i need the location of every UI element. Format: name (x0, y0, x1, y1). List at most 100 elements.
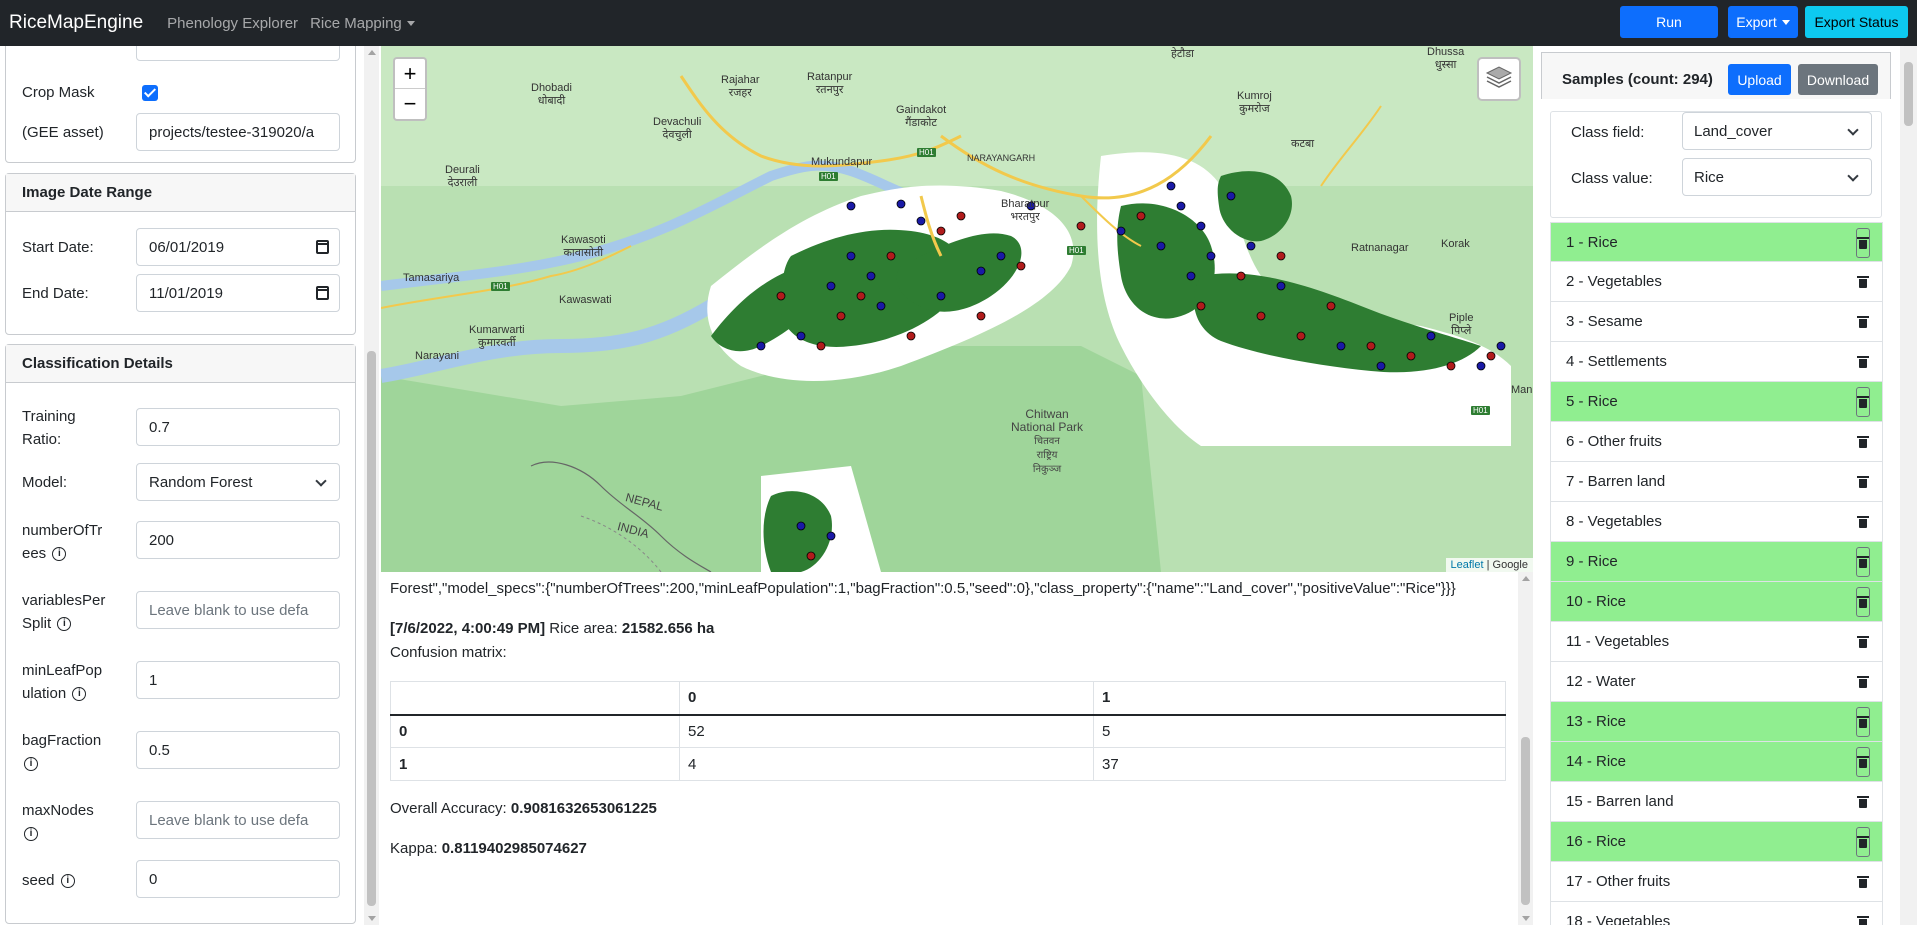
trash-icon[interactable] (1857, 436, 1869, 448)
list-item[interactable]: 11 - Vegetables (1550, 622, 1883, 662)
run-button[interactable]: Run (1620, 6, 1718, 38)
seed-input[interactable]: 0 (136, 860, 340, 898)
upload-button[interactable]: Upload (1728, 64, 1791, 95)
trash-icon[interactable] (1857, 676, 1869, 688)
crop-asset-input-top[interactable] (136, 46, 340, 61)
list-item[interactable]: 10 - Rice (1550, 582, 1883, 622)
seed-label: seed i (22, 869, 75, 892)
min-leaf-population-input[interactable]: 1 (136, 661, 340, 699)
list-item[interactable]: 9 - Rice (1550, 542, 1883, 582)
list-item[interactable]: 16 - Rice (1550, 822, 1883, 862)
table-row: 0 52 5 (390, 714, 1506, 748)
list-item[interactable]: 17 - Other fruits (1550, 862, 1883, 902)
left-panel-scrollbar[interactable] (364, 46, 379, 925)
zoom-out-button[interactable]: − (395, 89, 425, 119)
leaflet-link[interactable]: Leaflet (1451, 559, 1484, 571)
trash-icon[interactable] (1857, 356, 1869, 368)
table-cell: 4 (679, 747, 1094, 781)
trash-icon[interactable] (1857, 476, 1869, 488)
crop-mask-card: Crop Mask (GEE asset) projects/testee-31… (5, 46, 356, 163)
brand[interactable]: RiceMapEngine (9, 12, 143, 34)
export-label: Export (1736, 14, 1777, 30)
list-item[interactable]: 12 - Water (1550, 662, 1883, 702)
info-icon[interactable]: i (52, 547, 67, 562)
list-item[interactable]: 14 - Rice (1550, 742, 1883, 782)
page-scrollbar[interactable] (1900, 46, 1917, 925)
trash-icon[interactable] (1857, 276, 1869, 288)
trash-icon[interactable] (1857, 316, 1869, 328)
list-item[interactable]: 5 - Rice (1550, 382, 1883, 422)
chevron-down-icon (1847, 124, 1859, 136)
max-nodes-input[interactable]: Leave blank to use defa (136, 801, 340, 839)
info-icon[interactable]: i (72, 687, 87, 702)
trash-icon[interactable] (1857, 756, 1869, 768)
map-label-deurali-en: Deurali (445, 164, 480, 176)
list-item[interactable]: 15 - Barren land (1550, 782, 1883, 822)
bag-fraction-input[interactable]: 0.5 (136, 731, 340, 769)
trash-icon[interactable] (1857, 596, 1869, 608)
zoom-in-button[interactable]: + (395, 59, 425, 89)
export-button[interactable]: Export (1728, 6, 1798, 38)
scroll-up-arrow-icon[interactable] (368, 50, 376, 55)
results-scrollbar[interactable] (1518, 572, 1533, 925)
trash-icon[interactable] (1857, 916, 1869, 925)
training-ratio-input[interactable]: 0.7 (136, 408, 340, 446)
trash-icon[interactable] (1857, 516, 1869, 528)
info-icon[interactable]: i (24, 827, 38, 842)
export-status-button[interactable]: Export Status (1805, 6, 1908, 38)
scrollbar-thumb[interactable] (1904, 62, 1913, 126)
nav-phenology-explorer[interactable]: Phenology Explorer (167, 15, 298, 32)
info-icon[interactable]: i (24, 757, 38, 772)
trash-icon[interactable] (1857, 796, 1869, 808)
map-label-dhussa-en: Dhussa (1427, 46, 1465, 58)
start-date-input[interactable]: 06/01/2019 (136, 228, 340, 266)
nav-rice-mapping[interactable]: Rice Mapping (310, 15, 415, 32)
info-icon[interactable]: i (57, 617, 72, 632)
end-date-input[interactable]: 11/01/2019 (136, 274, 340, 312)
list-item[interactable]: 2 - Vegetables (1550, 262, 1883, 302)
list-item[interactable]: 8 - Vegetables (1550, 502, 1883, 542)
list-item-label: 18 - Vegetables (1566, 913, 1671, 925)
list-item[interactable]: 3 - Sesame (1550, 302, 1883, 342)
scrollbar-thumb[interactable] (367, 351, 376, 906)
road-badge-h01: H01 (1471, 406, 1490, 415)
trash-icon[interactable] (1857, 636, 1869, 648)
layers-button[interactable] (1477, 57, 1521, 101)
chevron-down-icon (1847, 170, 1859, 182)
map-label-bharatpur: Bharatpur भरतपुर (1001, 198, 1049, 224)
variables-per-split-input[interactable]: Leave blank to use defa (136, 591, 340, 629)
scroll-down-arrow-icon[interactable] (1522, 916, 1530, 921)
scroll-up-arrow-icon[interactable] (1522, 576, 1530, 581)
trash-icon[interactable] (1857, 876, 1869, 888)
scrollbar-thumb[interactable] (1521, 737, 1530, 905)
list-item[interactable]: 18 - Vegetables (1550, 902, 1883, 925)
calendar-icon[interactable] (316, 286, 329, 300)
map-view[interactable]: Dhobadi धोबादी Rajahar रजहर Ratanpur रतनपुर… (381, 46, 1533, 572)
map-label-piple-en: Piple (1449, 312, 1474, 324)
list-item[interactable]: 13 - Rice (1550, 702, 1883, 742)
map-label-kumarwarti-en: Kumarwarti (469, 324, 525, 336)
results-panel: Forest","model_specs":{"numberOfTrees":2… (381, 572, 1518, 925)
variables-per-split-label-2: Split (22, 615, 52, 632)
calendar-icon[interactable] (316, 240, 329, 254)
class-field-select[interactable]: Land_cover (1682, 112, 1872, 150)
max-nodes-label-1: maxNodes (22, 802, 94, 819)
info-icon[interactable]: i (60, 874, 75, 889)
trash-icon[interactable] (1857, 716, 1869, 728)
list-item[interactable]: 1 - Rice (1550, 222, 1883, 262)
list-item[interactable]: 6 - Other fruits (1550, 422, 1883, 462)
number-of-trees-input[interactable]: 200 (136, 521, 340, 559)
list-item[interactable]: 4 - Settlements (1550, 342, 1883, 382)
trash-icon[interactable] (1857, 237, 1869, 249)
crop-mask-checkbox[interactable] (142, 85, 158, 101)
list-item[interactable]: 7 - Barren land (1550, 462, 1883, 502)
class-value-select[interactable]: Rice (1682, 158, 1872, 196)
download-button[interactable]: Download (1798, 64, 1878, 95)
trash-icon[interactable] (1857, 556, 1869, 568)
model-select[interactable]: Random Forest (136, 463, 340, 501)
gee-asset-input[interactable]: projects/testee-319020/a (136, 113, 340, 151)
scroll-down-arrow-icon[interactable] (368, 916, 376, 921)
trash-icon[interactable] (1857, 396, 1869, 408)
class-field-value: Land_cover (1694, 122, 1773, 140)
trash-icon[interactable] (1857, 836, 1869, 848)
